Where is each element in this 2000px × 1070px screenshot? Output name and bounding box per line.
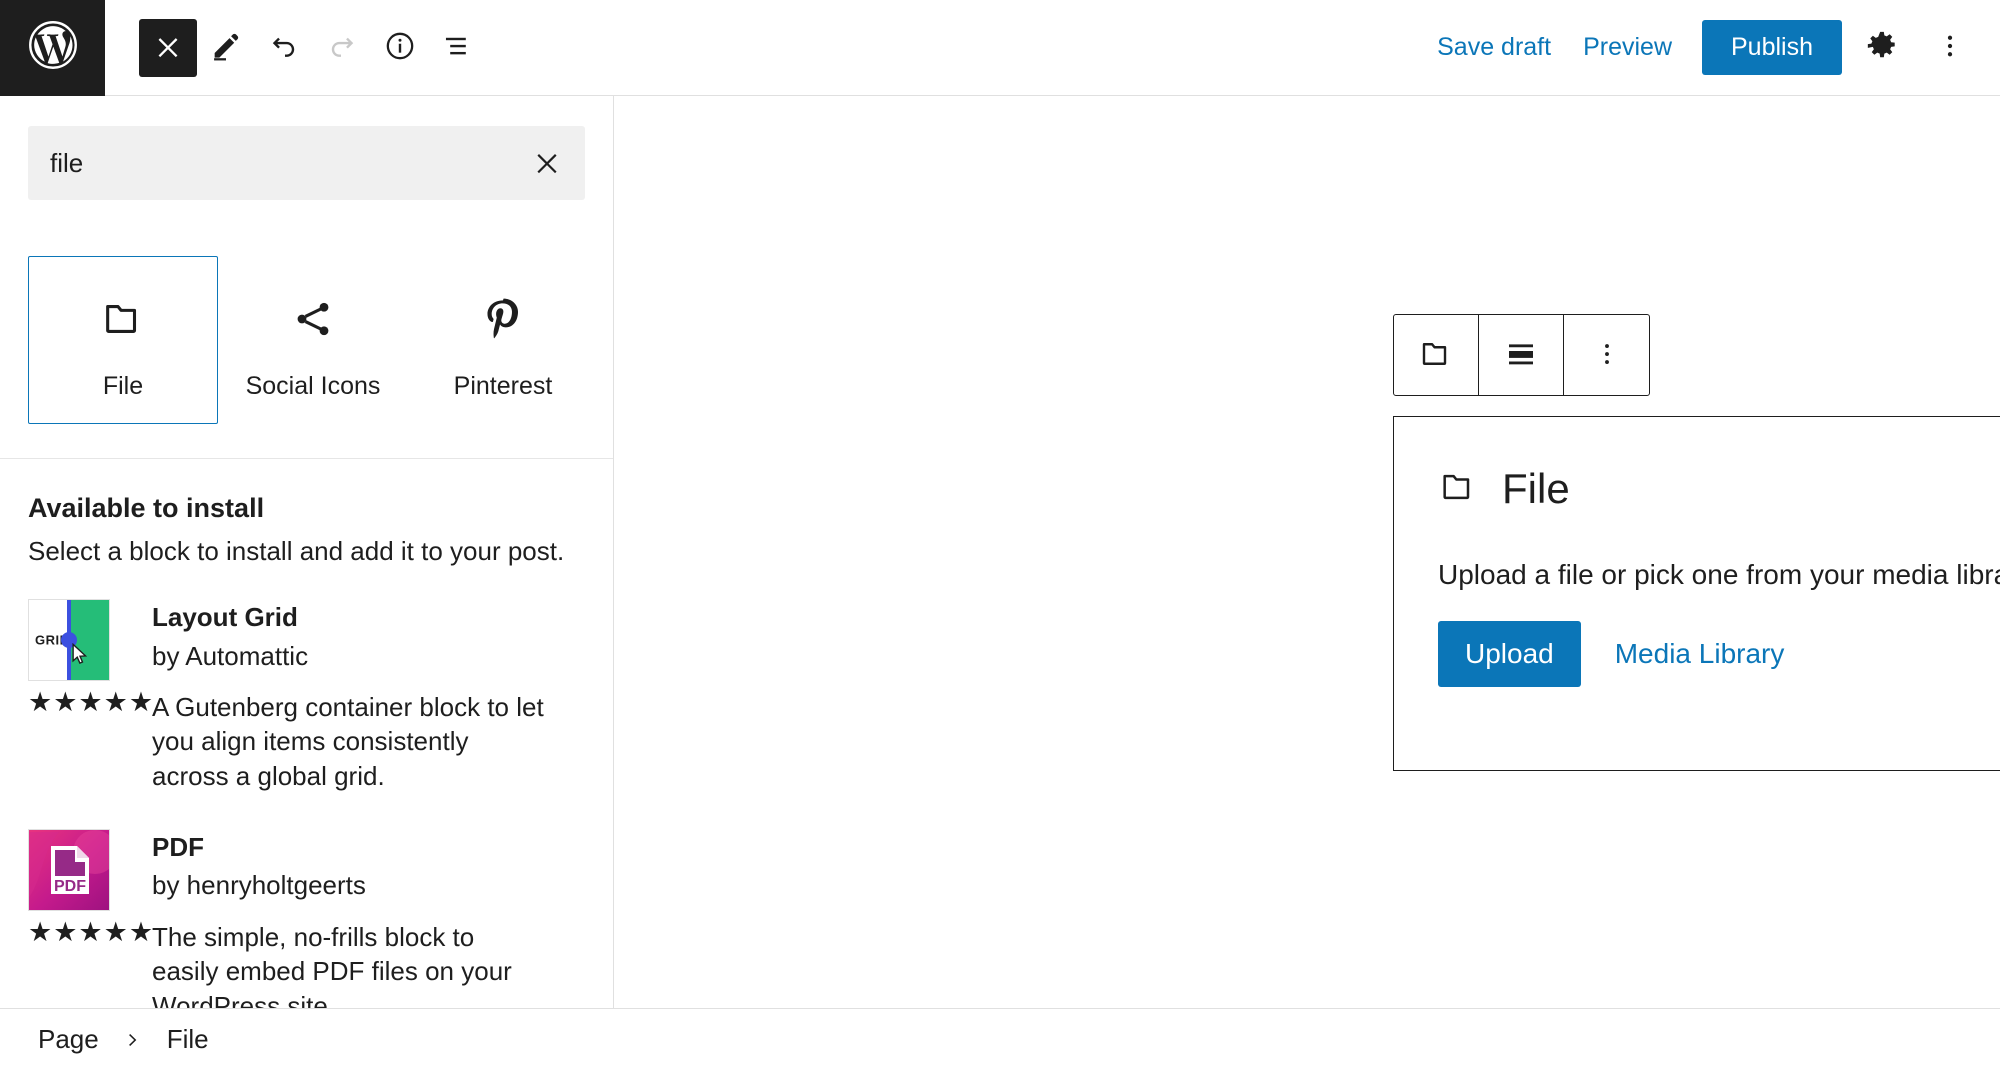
plugin-icon-column: GRID ★★★★★	[28, 599, 126, 716]
editor-body: File Social Icons	[0, 96, 2000, 1008]
folder-icon	[100, 283, 146, 355]
redo-button[interactable]	[313, 19, 371, 77]
pinterest-icon	[480, 283, 526, 355]
more-options-button[interactable]	[1922, 20, 1978, 76]
block-item-social-icons[interactable]: Social Icons	[218, 256, 408, 424]
undo-arrow-icon	[267, 29, 301, 66]
details-button[interactable]	[371, 19, 429, 77]
breadcrumb-item-page[interactable]: Page	[32, 1020, 105, 1059]
media-library-button[interactable]: Media Library	[1615, 638, 1785, 670]
block-item-label: Pinterest	[454, 371, 553, 401]
share-icon	[291, 283, 335, 355]
file-block-header: File	[1438, 465, 2000, 513]
plugin-name: PDF	[152, 831, 547, 864]
search-input[interactable]	[28, 148, 515, 179]
clear-search-button[interactable]	[515, 131, 579, 195]
redo-arrow-icon	[325, 29, 359, 66]
file-block-title: File	[1502, 465, 1570, 513]
gutenberg-editor: Save draft Preview Publish	[0, 0, 2000, 1070]
close-icon	[532, 147, 562, 180]
file-block-actions: Upload Media Library	[1438, 621, 2000, 687]
block-toolbar	[1393, 314, 1650, 396]
file-block-description: Upload a file or pick one from your medi…	[1438, 559, 2000, 591]
gear-icon	[1865, 29, 1899, 66]
plugin-name: Layout Grid	[152, 601, 547, 634]
plugin-item-layout-grid[interactable]: GRID ★★★★★ Layou	[28, 599, 585, 793]
folder-icon	[1418, 336, 1454, 375]
plugin-description: A Gutenberg container block to let you a…	[152, 690, 547, 793]
pencil-icon	[209, 29, 243, 66]
mouse-cursor-icon	[71, 643, 89, 670]
svg-text:PDF: PDF	[54, 878, 86, 895]
close-inserter-button[interactable]	[139, 19, 197, 77]
top-toolbar-right-group: Save draft Preview Publish	[1421, 20, 2000, 76]
block-item-label: File	[103, 371, 143, 401]
search-area	[0, 96, 613, 200]
plugin-meta: PDF by henryholtgeerts The simple, no-fr…	[152, 829, 547, 1008]
align-full-width-icon	[1503, 336, 1539, 375]
block-item-pinterest[interactable]: Pinterest	[408, 256, 598, 424]
settings-button[interactable]	[1854, 20, 1910, 76]
block-options-button[interactable]	[1564, 315, 1649, 395]
list-view-icon	[441, 29, 475, 66]
plugin-rating-stars: ★★★★★	[28, 919, 126, 946]
breadcrumb-item-file[interactable]: File	[161, 1020, 215, 1059]
info-circle-icon	[383, 29, 417, 66]
list-view-button[interactable]	[429, 19, 487, 77]
more-vertical-icon	[1935, 31, 1965, 64]
preview-button[interactable]: Preview	[1567, 23, 1688, 72]
block-type-button[interactable]	[1394, 315, 1479, 395]
top-toolbar-left-group	[105, 19, 487, 77]
plugin-author: by henryholtgeerts	[152, 869, 547, 902]
close-icon	[154, 32, 182, 63]
plugin-icon-column: PDF ★★★★★	[28, 829, 126, 946]
breadcrumb-bar: Page File	[0, 1008, 2000, 1070]
block-inserter-sidebar: File Social Icons	[0, 96, 614, 1008]
block-item-file[interactable]: File	[28, 256, 218, 424]
available-to-install-section: Available to install Select a block to i…	[0, 459, 613, 1008]
editor-top-toolbar: Save draft Preview Publish	[0, 0, 2000, 96]
wordpress-logo-button[interactable]	[0, 0, 105, 96]
folder-icon	[1438, 467, 1478, 512]
plugin-description: The simple, no-frills block to easily em…	[152, 920, 547, 1008]
wordpress-logo-icon	[27, 19, 79, 76]
search-box	[28, 126, 585, 200]
plugin-item-pdf[interactable]: PDF ★★★★★ PDF by henryholtgeerts The sim…	[28, 829, 585, 1008]
install-section-title: Available to install	[28, 493, 585, 524]
pdf-icon: PDF	[28, 829, 110, 911]
plugin-rating-stars: ★★★★★	[28, 689, 126, 716]
plugin-meta: Layout Grid by Automattic A Gutenberg co…	[152, 599, 547, 793]
plugin-author: by Automattic	[152, 640, 547, 673]
save-draft-button[interactable]: Save draft	[1421, 23, 1567, 72]
block-item-label: Social Icons	[246, 371, 381, 401]
more-vertical-icon	[1592, 339, 1622, 372]
publish-button[interactable]: Publish	[1702, 20, 1842, 75]
layout-grid-icon: GRID	[28, 599, 110, 681]
chevron-right-icon	[123, 1030, 143, 1050]
editor-canvas: File Upload a file or pick one from your…	[614, 96, 2000, 1008]
align-button[interactable]	[1479, 315, 1564, 395]
upload-button[interactable]: Upload	[1438, 621, 1581, 687]
install-section-subtitle: Select a block to install and add it to …	[28, 536, 585, 567]
file-block-placeholder[interactable]: File Upload a file or pick one from your…	[1393, 416, 2000, 771]
block-results-grid: File Social Icons	[0, 200, 613, 459]
undo-button[interactable]	[255, 19, 313, 77]
edit-mode-button[interactable]	[197, 19, 255, 77]
